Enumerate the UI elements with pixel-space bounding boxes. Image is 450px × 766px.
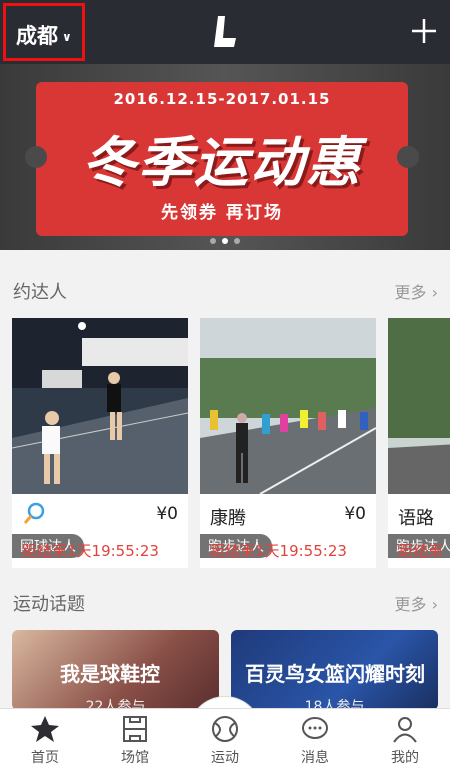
card-photo (388, 318, 450, 494)
carousel-dot-active[interactable] (222, 238, 228, 244)
carousel-dot[interactable] (234, 238, 240, 244)
venue-icon (123, 716, 147, 742)
tab-label: 首页 (31, 750, 59, 766)
bottom-tab-bar: 首页 场馆 运动 消息 我的 (0, 708, 450, 766)
promo-banner[interactable]: 2016.12.15-2017.01.15 冬季运动惠 先领券 再订场 (0, 64, 450, 250)
star-icon (31, 716, 59, 742)
top-bar: 成都 ∨ (0, 0, 450, 64)
section-title: 约达人 (13, 282, 67, 303)
carousel-dots (0, 238, 450, 244)
topic-card[interactable]: 百灵鸟女篮闪耀时刻 18人参与 (231, 630, 438, 710)
ball-icon (212, 716, 238, 742)
topic-title: 我是球鞋控 (60, 662, 160, 686)
app-root: 成都 ∨ 2016.12.15-2017.01.15 冬季运动惠 先领券 再订场 … (0, 0, 450, 766)
tab-sport[interactable]: 运动 (180, 709, 270, 766)
card-countdown: 距结束1天19:55:23 (22, 542, 159, 560)
tab-profile[interactable]: 我的 (360, 709, 450, 766)
card-price: ¥0 (344, 504, 366, 524)
tab-label: 消息 (301, 750, 329, 766)
tab-home[interactable]: 首页 (0, 709, 90, 766)
person-card[interactable]: 网球达人 ¥0 距结束1天19:55:23 (12, 318, 188, 568)
tab-venue[interactable]: 场馆 (90, 709, 180, 766)
card-name: 康腾 (210, 508, 246, 529)
city-name: 成都 (16, 24, 58, 48)
promo-ticket: 2016.12.15-2017.01.15 冬季运动惠 先领券 再订场 (25, 82, 419, 236)
tab-label: 我的 (391, 750, 419, 766)
section-header-topics: 运动话题 更多 › (0, 580, 450, 620)
card-photo (12, 318, 188, 494)
message-icon (302, 717, 328, 739)
card-countdown: 距结束1天19:55:23 (210, 542, 347, 560)
app-logo-icon (214, 16, 236, 47)
person-card[interactable]: 跑步达人 康腾 ¥0 距结束1天19:55:23 (200, 318, 376, 568)
card-price: ¥0 (156, 504, 178, 524)
card-photo (200, 318, 376, 494)
topic-title: 百灵鸟女篮闪耀时刻 (245, 662, 425, 686)
profile-icon (393, 717, 417, 743)
more-link-topics[interactable]: 更多 › (395, 591, 439, 615)
tab-label: 场馆 (121, 750, 149, 766)
plus-icon[interactable] (410, 17, 438, 45)
tab-messages[interactable]: 消息 (270, 709, 360, 766)
chevron-down-icon: ∨ (62, 30, 72, 44)
person-card[interactable]: 跑步达人 语路 距结束 (388, 318, 450, 568)
tab-label: 运动 (211, 750, 239, 766)
promo-date: 2016.12.15-2017.01.15 (113, 90, 331, 108)
tennis-racket-icon (23, 502, 45, 524)
card-name: 语路 (398, 508, 434, 529)
section-header-people: 约达人 更多 › (0, 268, 450, 308)
promo-subtitle: 先领券 再订场 (161, 203, 283, 223)
promo-title: 冬季运动惠 (82, 131, 362, 194)
section-title: 运动话题 (13, 594, 85, 615)
carousel-dot[interactable] (210, 238, 216, 244)
more-link-people[interactable]: 更多 › (395, 279, 439, 303)
topic-card[interactable]: 我是球鞋控 22人参与 (12, 630, 219, 710)
city-selector[interactable]: 成都 ∨ (3, 3, 85, 61)
card-countdown: 距结束 (398, 542, 444, 560)
people-card-list: 网球达人 ¥0 距结束1天19:55:23 跑步达人 康腾 ¥0 距结束1天19… (12, 318, 450, 568)
